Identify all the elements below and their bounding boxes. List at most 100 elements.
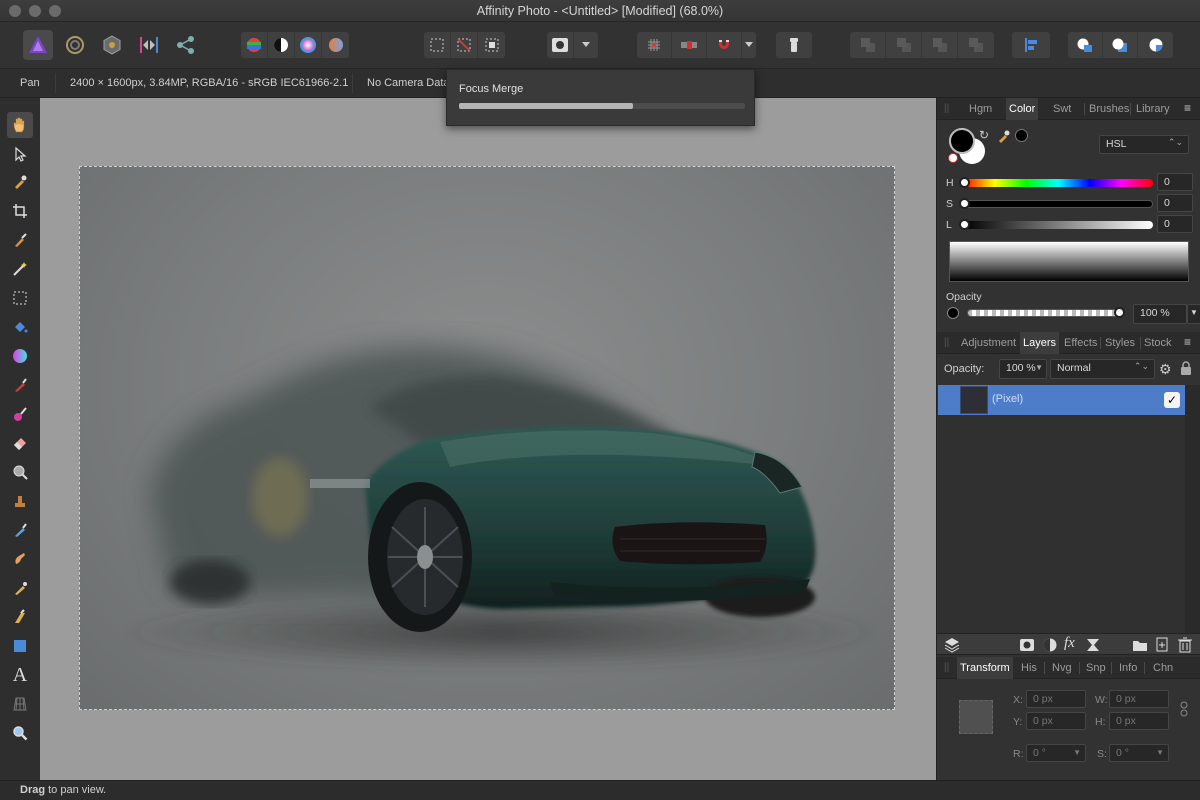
export-persona-icon[interactable] — [171, 30, 201, 60]
assistant-icon[interactable] — [776, 32, 812, 58]
opacity-dropdown-chevron-icon[interactable]: ▼ — [1187, 304, 1200, 324]
layers-scrollbar[interactable] — [1185, 385, 1200, 633]
panel-menu-icon[interactable]: ≡ — [1184, 101, 1191, 115]
tab-stock[interactable]: Stock — [1144, 337, 1172, 349]
smudge-icon[interactable] — [7, 546, 33, 572]
invert-selection-icon[interactable] — [478, 32, 505, 58]
liquify-persona-icon[interactable] — [60, 30, 90, 60]
opacity-knob[interactable] — [1114, 307, 1125, 318]
align-left-icon[interactable] — [1012, 32, 1050, 58]
tab-layers[interactable]: Layers — [1020, 332, 1060, 354]
live-filter-icon[interactable] — [1085, 637, 1101, 658]
tab-transform[interactable]: Transform — [957, 657, 1013, 679]
hand-icon[interactable] — [7, 112, 33, 138]
tab-snapshots[interactable]: Snp — [1086, 662, 1106, 674]
selection-brush-icon[interactable] — [7, 227, 33, 253]
shear-field[interactable]: 0 ° ▼ — [1109, 744, 1169, 762]
panel-menu-icon[interactable]: ≡ — [1184, 335, 1191, 349]
color-picker-icon[interactable] — [7, 169, 33, 195]
move-forward-one-icon[interactable] — [922, 32, 958, 58]
zoom-icon[interactable] — [7, 720, 33, 746]
h-field[interactable]: 0 px — [1109, 712, 1169, 730]
tab-color[interactable]: Color — [1006, 98, 1039, 120]
deselect-icon[interactable] — [451, 32, 478, 58]
swap-colors-icon[interactable]: ↻ — [979, 128, 989, 142]
tab-channels[interactable]: Chn — [1153, 662, 1173, 674]
crop-icon[interactable] — [7, 198, 33, 224]
layer-opacity-field[interactable]: 100 % ▼ — [999, 359, 1047, 379]
lock-icon[interactable] — [1180, 361, 1192, 380]
rectangle-icon[interactable] — [7, 633, 33, 659]
marquee-icon[interactable] — [7, 285, 33, 311]
flood-fill-icon[interactable] — [7, 314, 33, 340]
saturation-knob[interactable] — [959, 198, 970, 209]
move-to-front-icon[interactable] — [958, 32, 994, 58]
canvas-area[interactable] — [40, 98, 936, 780]
tab-info[interactable]: Info — [1119, 662, 1137, 674]
grid-snap-icon[interactable] — [637, 32, 672, 58]
paint-brush-icon[interactable] — [7, 372, 33, 398]
lightness-value-field[interactable]: 0 — [1157, 215, 1193, 233]
color-picker-small-icon[interactable] — [997, 129, 1011, 148]
opacity-value-field[interactable]: 100 % — [1133, 304, 1187, 324]
folder-icon[interactable] — [1132, 637, 1148, 658]
tab-effects[interactable]: Effects — [1064, 337, 1097, 349]
text-icon[interactable]: A — [7, 662, 33, 688]
color-mode-select[interactable]: HSL ⌃⌄ — [1099, 135, 1189, 154]
layer-row[interactable]: (Pixel) ✓ — [938, 385, 1185, 415]
vector-brush-icon[interactable] — [7, 604, 33, 630]
x-field[interactable]: 0 px — [1026, 690, 1086, 708]
tab-styles[interactable]: Styles — [1105, 337, 1135, 349]
move-to-back-icon[interactable] — [850, 32, 886, 58]
force-pixel-alignment-icon[interactable] — [672, 32, 707, 58]
lightness-gradient-box[interactable] — [949, 241, 1189, 282]
quick-mask-icon[interactable] — [547, 32, 574, 58]
lightness-slider[interactable] — [963, 221, 1153, 229]
photo-persona-icon[interactable] — [23, 30, 53, 60]
develop-persona-icon[interactable] — [97, 30, 127, 60]
layer-visibility-checkbox[interactable]: ✓ — [1164, 392, 1180, 408]
anchor-point-selector[interactable] — [959, 700, 993, 734]
tab-adjustment[interactable]: Adjustment — [961, 337, 1016, 349]
hue-slider[interactable] — [963, 179, 1153, 187]
hue-value-field[interactable]: 0 — [1157, 173, 1193, 191]
dodge-icon[interactable] — [7, 459, 33, 485]
healing-icon[interactable] — [7, 517, 33, 543]
fx-icon[interactable]: fx — [1064, 635, 1075, 652]
mask-layer-icon[interactable] — [1019, 637, 1035, 658]
add-shape-icon[interactable] — [1068, 32, 1103, 58]
clone-icon[interactable] — [7, 488, 33, 514]
move-icon[interactable] — [7, 141, 33, 167]
layers-stack-icon[interactable] — [944, 637, 960, 658]
tab-library[interactable]: Library — [1136, 103, 1170, 115]
lightness-knob[interactable] — [959, 219, 970, 230]
add-layer-icon[interactable] — [1154, 637, 1170, 658]
pen-icon[interactable] — [7, 575, 33, 601]
document-image[interactable] — [79, 166, 895, 710]
mesh-warp-icon[interactable] — [7, 691, 33, 717]
tab-history[interactable]: His — [1021, 662, 1037, 674]
primary-color-well-front[interactable] — [949, 128, 975, 154]
saturation-value-field[interactable]: 0 — [1157, 194, 1193, 212]
chevron-down-icon[interactable] — [574, 32, 598, 58]
opacity-slider[interactable] — [967, 309, 1119, 317]
gradient-icon[interactable] — [7, 343, 33, 369]
levels-icon[interactable] — [241, 32, 268, 58]
w-field[interactable]: 0 px — [1109, 690, 1169, 708]
gear-icon[interactable]: ⚙ — [1159, 361, 1172, 378]
select-all-icon[interactable] — [424, 32, 451, 58]
blend-mode-select[interactable]: Normal ⌃⌄ — [1050, 359, 1155, 379]
tab-histogram[interactable]: Hgm — [969, 103, 992, 115]
subtract-shape-icon[interactable] — [1103, 32, 1138, 58]
tab-navigator[interactable]: Nvg — [1052, 662, 1072, 674]
hue-knob[interactable] — [959, 177, 970, 188]
pixel-brush-icon[interactable] — [7, 401, 33, 427]
move-back-one-icon[interactable] — [886, 32, 922, 58]
auto-colors-icon[interactable] — [295, 32, 322, 58]
no-fill-icon[interactable] — [948, 153, 958, 163]
adjustment-layer-icon[interactable] — [1042, 637, 1058, 658]
saturation-slider[interactable] — [963, 200, 1153, 208]
erase-brush-icon[interactable] — [7, 430, 33, 456]
y-field[interactable]: 0 px — [1026, 712, 1086, 730]
auto-contrast-icon[interactable] — [268, 32, 295, 58]
